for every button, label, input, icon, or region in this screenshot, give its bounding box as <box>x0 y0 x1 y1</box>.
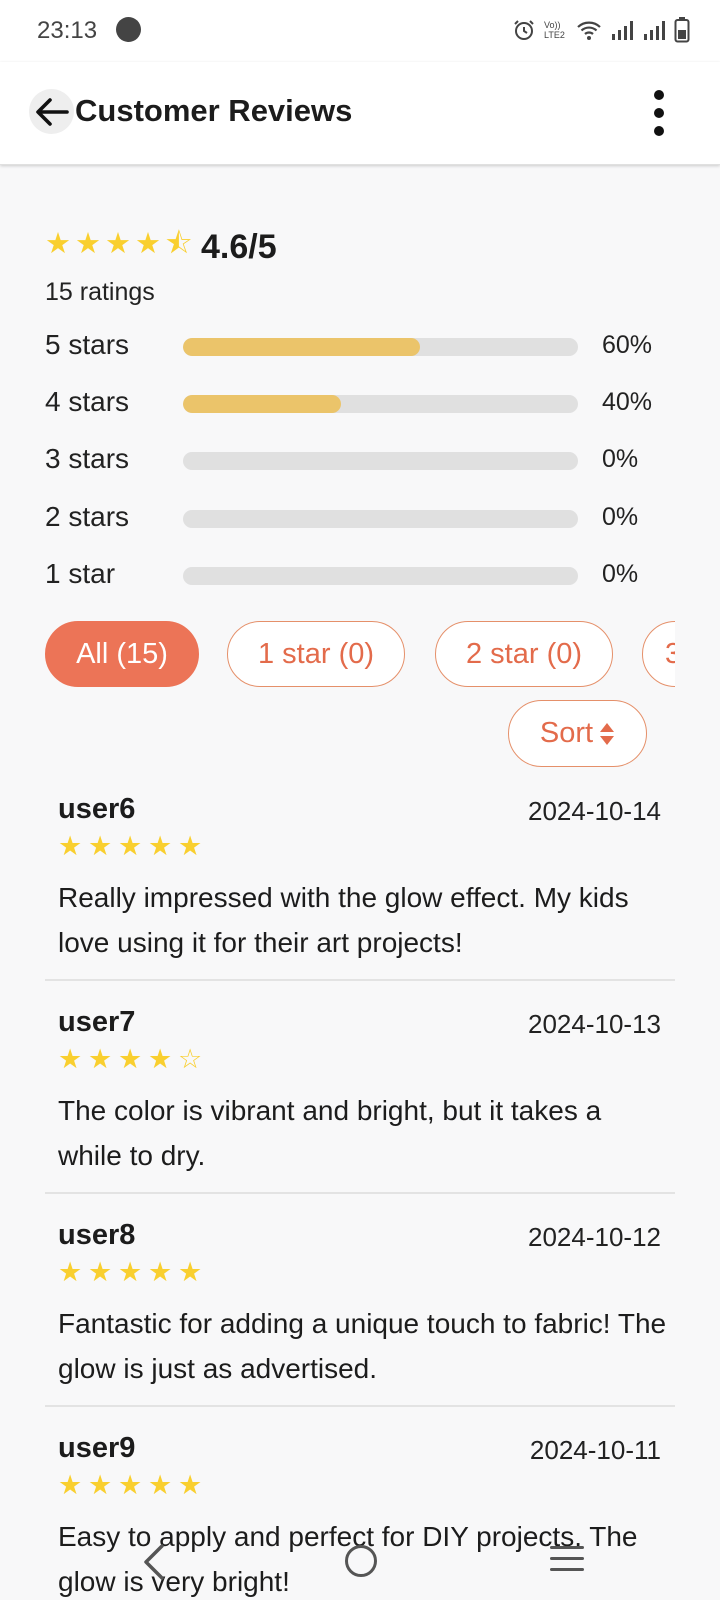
distribution-percent: 40% <box>602 388 653 416</box>
distribution-bar <box>183 338 578 356</box>
review-text: Fantastic for adding a unique touch to f… <box>58 1308 667 1384</box>
star-icon: ★ <box>118 1044 143 1074</box>
wifi-icon <box>577 21 601 40</box>
star-icon: ★ <box>118 1470 143 1500</box>
star-icon: ★ <box>88 1257 113 1287</box>
ratings-count: 15 ratings <box>45 278 155 306</box>
app-notification-icon <box>116 17 141 42</box>
summary-stars: ★ ★ ★ ★ ⯪ <box>45 230 193 259</box>
star-icon: ★ <box>148 1470 173 1500</box>
filter-chip-all[interactable]: All (15) <box>45 621 199 687</box>
app-bar: Customer Reviews <box>0 62 720 165</box>
star-icon: ★ <box>88 831 113 861</box>
distribution-bar <box>183 567 578 585</box>
nav-home-icon[interactable] <box>345 1545 377 1577</box>
nav-recents-icon[interactable] <box>550 1546 584 1579</box>
review-stars: ★ ★ ★ ★ ★ <box>58 1472 206 1499</box>
more-options-button[interactable] <box>643 88 675 138</box>
distribution-label: 4 stars <box>45 386 130 417</box>
review-item: user6 2024-10-14 ★ ★ ★ ★ ★ Really impres… <box>45 793 675 963</box>
half-star-icon: ⯪ <box>165 228 193 260</box>
filter-chip-row: All (15) 1 star (0) 2 star (0) 3 <box>45 620 675 690</box>
filter-chip-1-star[interactable]: 1 star (0) <box>227 621 405 687</box>
star-icon: ★ <box>58 1470 83 1500</box>
review-stars: ★ ★ ★ ★ ★ <box>58 1259 206 1286</box>
star-icon: ★ <box>178 1257 203 1287</box>
review-date: 2024-10-12 <box>528 1222 661 1252</box>
review-divider <box>45 1405 675 1407</box>
battery-icon <box>674 17 690 43</box>
status-icons: Vo)) LTE2 <box>512 14 690 46</box>
review-text: The color is vibrant and bright, but it … <box>58 1095 602 1171</box>
star-icon: ★ <box>118 831 143 861</box>
rating-distribution-row: 4 stars 40% <box>45 382 665 422</box>
signal-icon-2 <box>644 21 665 40</box>
distribution-percent: 0% <box>602 445 639 473</box>
star-icon: ★ <box>58 1257 83 1287</box>
distribution-percent: 60% <box>602 331 653 359</box>
sort-button[interactable]: Sort <box>508 700 647 767</box>
distribution-bar <box>183 395 578 413</box>
distribution-percent: 0% <box>602 503 639 531</box>
star-icon: ★ <box>135 228 161 260</box>
review-date: 2024-10-11 <box>529 1435 661 1465</box>
review-username: user6 <box>58 793 136 825</box>
rating-distribution-row: 1 star 0% <box>45 554 665 594</box>
review-username: user9 <box>58 1432 136 1464</box>
back-button[interactable] <box>29 89 74 134</box>
distribution-bar <box>183 510 578 528</box>
status-time: 23:13 <box>37 17 98 44</box>
distribution-bar-fill <box>183 338 420 356</box>
distribution-label: 5 stars <box>45 329 130 360</box>
alarm-icon <box>514 20 534 40</box>
system-nav-bar <box>0 1530 720 1600</box>
filter-chip-3-star[interactable]: 3 <box>642 621 675 687</box>
distribution-percent: 0% <box>602 560 639 588</box>
star-icon: ★ <box>148 831 173 861</box>
page-title: Customer Reviews <box>75 93 353 128</box>
rating-distribution-row: 3 stars 0% <box>45 439 665 479</box>
distribution-bar <box>183 452 578 470</box>
nav-back-icon[interactable] <box>138 1542 168 1582</box>
review-date: 2024-10-13 <box>528 1009 661 1039</box>
sort-updown-icon <box>600 722 615 745</box>
review-username: user7 <box>58 1006 136 1038</box>
star-icon: ★ <box>148 1044 173 1074</box>
sort-label: Sort <box>539 717 594 749</box>
star-icon: ★ <box>88 1044 113 1074</box>
review-divider <box>45 979 675 981</box>
review-username: user8 <box>58 1219 136 1251</box>
distribution-label: 1 star <box>45 558 116 589</box>
review-item: user8 2024-10-12 ★ ★ ★ ★ ★ Fantastic for… <box>45 1219 675 1389</box>
review-stars: ★ ★ ★ ★ ☆ <box>58 1046 206 1073</box>
star-icon: ★ <box>105 228 131 260</box>
review-divider <box>45 1192 675 1194</box>
average-rating: 4.6/5 <box>201 228 277 266</box>
distribution-label: 3 stars <box>45 443 130 474</box>
empty-star-icon: ☆ <box>178 1044 203 1074</box>
star-icon: ★ <box>88 1470 113 1500</box>
review-text: Really impressed with the glow effect. M… <box>58 882 629 958</box>
review-item: user7 2024-10-13 ★ ★ ★ ★ ☆ The color is … <box>45 1006 675 1176</box>
signal-icon <box>612 21 633 40</box>
status-bar: 23:13 Vo)) LTE2 <box>0 0 720 62</box>
distribution-label: 2 stars <box>45 501 130 532</box>
star-icon: ★ <box>178 1470 203 1500</box>
star-icon: ★ <box>45 228 71 260</box>
star-icon: ★ <box>118 1257 143 1287</box>
filter-chip-2-star[interactable]: 2 star (0) <box>435 621 613 687</box>
arrow-left-icon <box>36 98 69 126</box>
star-icon: ★ <box>58 1044 83 1074</box>
rating-distribution-row: 2 stars 0% <box>45 497 665 537</box>
review-date: 2024-10-14 <box>528 796 661 826</box>
star-icon: ★ <box>178 831 203 861</box>
star-icon: ★ <box>58 831 83 861</box>
network-label: Vo)) LTE2 <box>544 20 565 40</box>
star-icon: ★ <box>148 1257 173 1287</box>
rating-distribution-row: 5 stars 60% <box>45 325 665 365</box>
review-stars: ★ ★ ★ ★ ★ <box>58 833 206 860</box>
star-icon: ★ <box>75 228 101 260</box>
distribution-bar-fill <box>183 395 341 413</box>
